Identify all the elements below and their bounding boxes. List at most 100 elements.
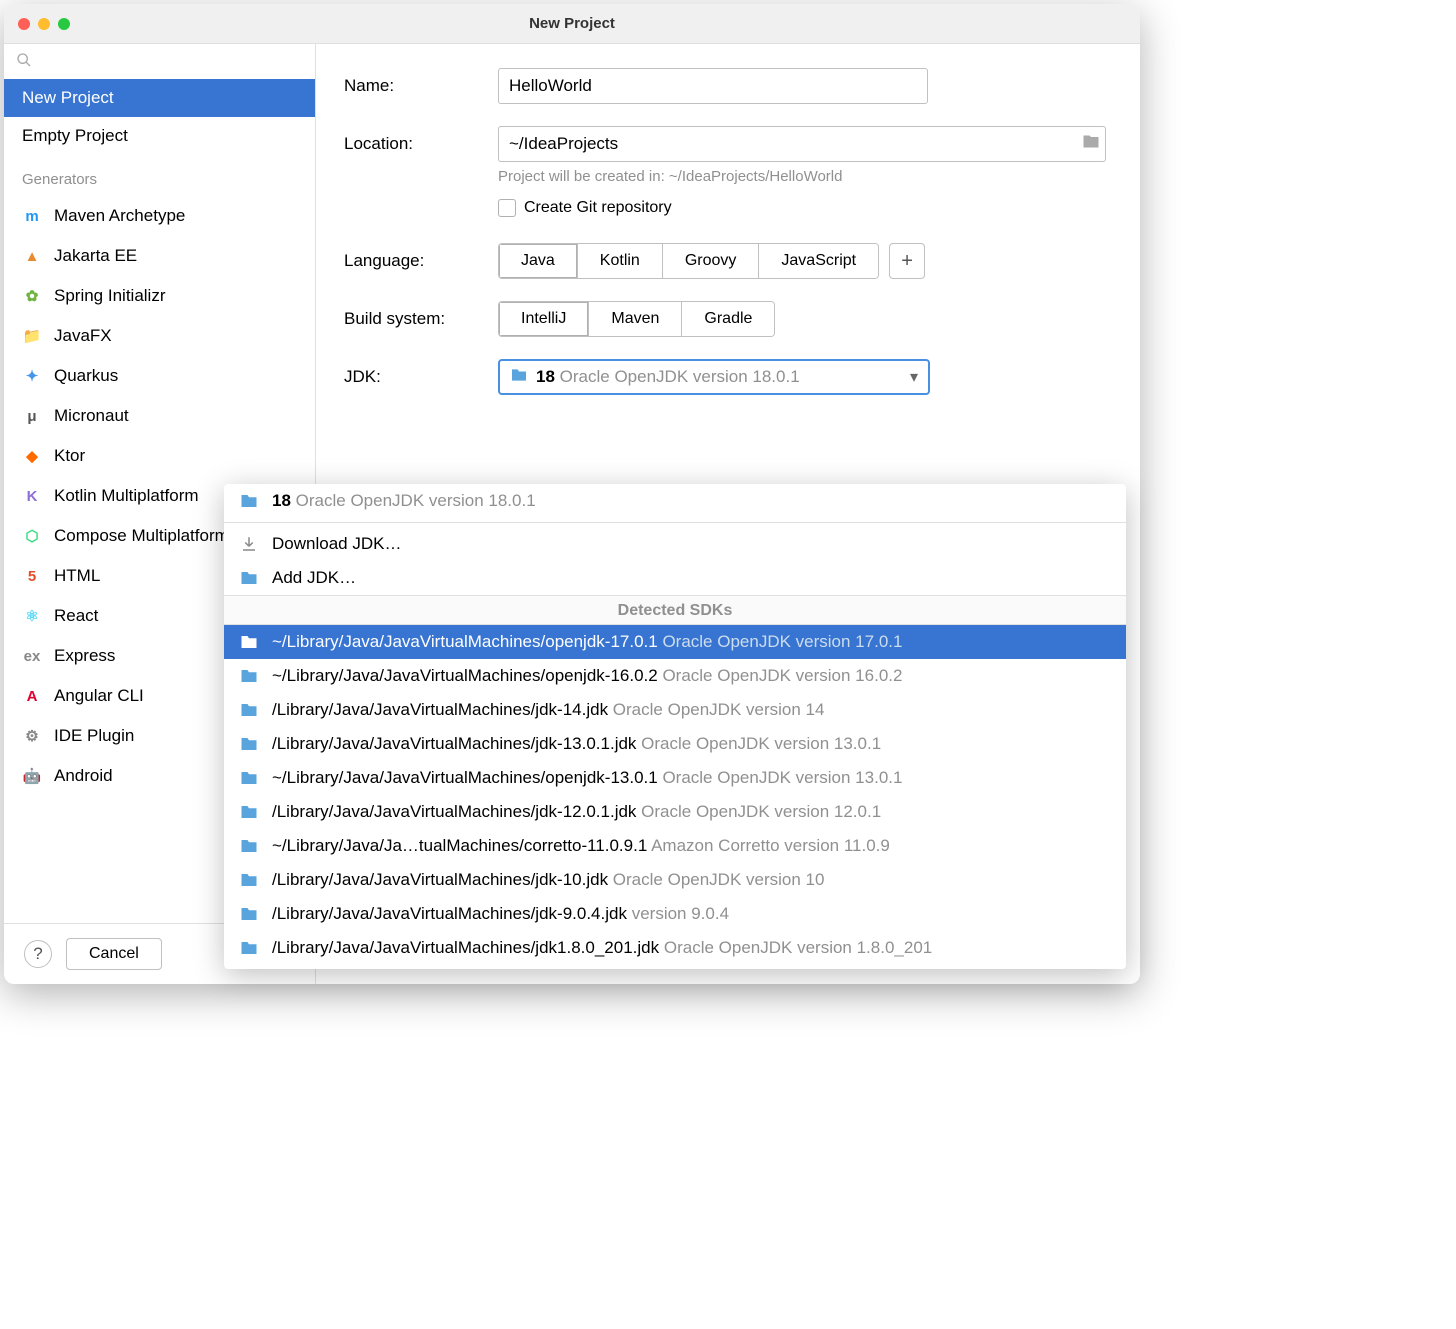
- generator-maven-archetype[interactable]: mMaven Archetype: [4, 196, 315, 236]
- folder-icon: [238, 837, 260, 855]
- generator-ktor[interactable]: ◆ Ktor: [4, 436, 315, 476]
- download-icon: [238, 535, 260, 553]
- generator-label: Spring Initializr: [54, 286, 166, 306]
- generator-label: IDE Plugin: [54, 726, 134, 746]
- generator-quarkus[interactable]: ✦ Quarkus: [4, 356, 315, 396]
- ktor-icon: ◆: [22, 446, 42, 466]
- jdk-option-current[interactable]: 18 Oracle OpenJDK version 18.0.1: [224, 484, 1126, 518]
- jdk-select[interactable]: 18 Oracle OpenJDK version 18.0.1 ▾: [498, 359, 930, 395]
- generator-label: HTML: [54, 566, 100, 586]
- folder-icon: [238, 803, 260, 821]
- help-button[interactable]: ?: [24, 940, 52, 968]
- folder-icon: [238, 769, 260, 787]
- generator-micronaut[interactable]: μMicronaut: [4, 396, 315, 436]
- build-option-gradle[interactable]: Gradle: [682, 302, 774, 336]
- titlebar: New Project: [4, 4, 1140, 44]
- generator-label: Kotlin Multiplatform: [54, 486, 199, 506]
- compose-multiplatform-icon: ⬡: [22, 526, 42, 546]
- language-option-javascript[interactable]: JavaScript: [759, 244, 878, 278]
- language-label: Language:: [344, 251, 498, 271]
- detected-sdk-option[interactable]: ~/Library/Java/Ja…tualMachines/corretto-…: [224, 829, 1126, 863]
- detected-sdk-option[interactable]: /Library/Java/JavaVirtualMachines/jdk-9.…: [224, 897, 1126, 931]
- detected-sdk-option[interactable]: /Library/Java/JavaVirtualMachines/jdk-14…: [224, 693, 1126, 727]
- sdk-desc: Oracle OpenJDK version 13.0.1: [662, 768, 902, 787]
- location-input[interactable]: [498, 126, 1106, 162]
- folder-icon: [238, 735, 260, 753]
- language-option-kotlin[interactable]: Kotlin: [578, 244, 663, 278]
- sdk-path: /Library/Java/JavaVirtualMachines/jdk1.8…: [272, 938, 664, 957]
- express-icon: ex: [22, 646, 42, 666]
- add-jdk-option[interactable]: Add JDK…: [224, 561, 1126, 595]
- folder-icon: [510, 368, 528, 387]
- build-option-intellij[interactable]: IntelliJ: [499, 302, 589, 336]
- generators-header: Generators: [4, 155, 315, 196]
- spring-initializr-icon: ✿: [22, 286, 42, 306]
- name-label: Name:: [344, 76, 498, 96]
- download-jdk-option[interactable]: Download JDK…: [224, 527, 1126, 561]
- folder-icon: [238, 667, 260, 685]
- location-label: Location:: [344, 134, 498, 154]
- sdk-path: /Library/Java/JavaVirtualMachines/jdk-14…: [272, 700, 613, 719]
- folder-icon: [238, 701, 260, 719]
- git-checkbox-label: Create Git repository: [524, 199, 672, 217]
- sdk-desc: Oracle OpenJDK version 16.0.2: [662, 666, 902, 685]
- close-window-button[interactable]: [18, 18, 30, 30]
- chevron-down-icon: ▾: [910, 367, 918, 387]
- minimize-window-button[interactable]: [38, 18, 50, 30]
- build-option-maven[interactable]: Maven: [589, 302, 682, 336]
- quarkus-icon: ✦: [22, 366, 42, 386]
- generator-label: Ktor: [54, 446, 85, 466]
- detected-sdk-option[interactable]: /Library/Java/JavaVirtualMachines/jdk-10…: [224, 863, 1126, 897]
- generator-label: Express: [54, 646, 115, 666]
- sdk-desc: Oracle OpenJDK version 10: [613, 870, 825, 889]
- detected-sdk-option[interactable]: ~/Library/Java/JavaVirtualMachines/openj…: [224, 659, 1126, 693]
- folder-icon: [238, 492, 260, 510]
- generator-jakarta-ee[interactable]: ▲Jakarta EE: [4, 236, 315, 276]
- cancel-button[interactable]: Cancel: [66, 938, 162, 970]
- jakarta-ee-icon: ▲: [22, 246, 42, 266]
- search-icon[interactable]: [16, 55, 32, 72]
- name-input[interactable]: [498, 68, 928, 104]
- nav-item-empty-project[interactable]: Empty Project: [4, 117, 315, 155]
- window-controls: [18, 18, 70, 30]
- folder-icon: [238, 633, 260, 651]
- sdk-desc: Oracle OpenJDK version 17.0.1: [662, 632, 902, 651]
- sdk-path: ~/Library/Java/JavaVirtualMachines/openj…: [272, 768, 662, 787]
- generator-label: Angular CLI: [54, 686, 144, 706]
- language-option-java[interactable]: Java: [499, 244, 578, 278]
- sdk-desc: Amazon Corretto version 11.0.9: [651, 836, 890, 855]
- detected-sdk-option[interactable]: /Library/Java/JavaVirtualMachines/jdk-12…: [224, 795, 1126, 829]
- generator-spring-initializr[interactable]: ✿ Spring Initializr: [4, 276, 315, 316]
- sdk-path: /Library/Java/JavaVirtualMachines/jdk-13…: [272, 734, 641, 753]
- html-icon: 5: [22, 566, 42, 586]
- jdk-version: 18: [536, 367, 555, 386]
- generator-javafx[interactable]: 📁JavaFX: [4, 316, 315, 356]
- generator-label: Android: [54, 766, 113, 786]
- location-hint: Project will be created in: ~/IdeaProjec…: [498, 168, 1112, 185]
- sdk-path: ~/Library/Java/JavaVirtualMachines/openj…: [272, 632, 662, 651]
- git-checkbox[interactable]: [498, 199, 516, 217]
- generator-label: Maven Archetype: [54, 206, 185, 226]
- browse-folder-icon[interactable]: [1082, 133, 1100, 156]
- detected-sdk-option[interactable]: ~/Library/Java/JavaVirtualMachines/openj…: [224, 761, 1126, 795]
- react-icon: ⚛: [22, 606, 42, 626]
- nav-item-new-project[interactable]: New Project: [4, 79, 315, 117]
- generator-label: Quarkus: [54, 366, 118, 386]
- sdk-path: /Library/Java/JavaVirtualMachines/jdk-9.…: [272, 904, 632, 923]
- detected-sdk-option[interactable]: /Library/Java/JavaVirtualMachines/jdk-13…: [224, 727, 1126, 761]
- sdk-desc: version 9.0.4: [632, 904, 729, 923]
- new-project-dialog: New Project New ProjectEmpty Project Gen…: [4, 4, 1140, 984]
- folder-icon: [238, 569, 260, 587]
- add-language-button[interactable]: +: [889, 243, 925, 279]
- detected-sdk-option[interactable]: ~/Library/Java/JavaVirtualMachines/openj…: [224, 625, 1126, 659]
- folder-icon: [238, 905, 260, 923]
- maximize-window-button[interactable]: [58, 18, 70, 30]
- folder-icon: [238, 939, 260, 957]
- language-group: JavaKotlinGroovyJavaScript: [498, 243, 879, 279]
- sdk-path: ~/Library/Java/Ja…tualMachines/corretto-…: [272, 836, 651, 855]
- jdk-label: JDK:: [344, 367, 498, 387]
- language-option-groovy[interactable]: Groovy: [663, 244, 760, 278]
- detected-sdks-header: Detected SDKs: [224, 595, 1126, 625]
- javafx-icon: 📁: [22, 326, 42, 346]
- detected-sdk-option[interactable]: /Library/Java/JavaVirtualMachines/jdk1.8…: [224, 931, 1126, 965]
